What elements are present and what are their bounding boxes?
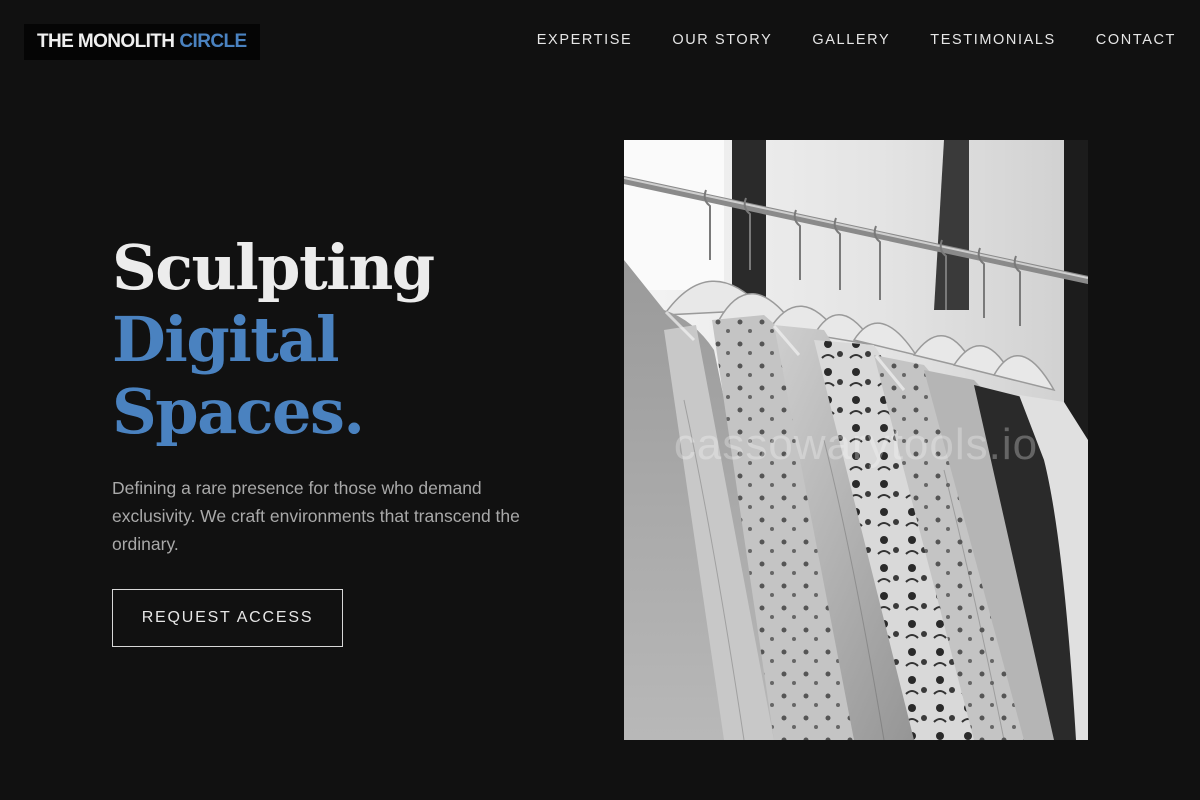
clothing-rack-illustration bbox=[624, 140, 1088, 740]
landing-page: THE MONOLITH CIRCLE EXPERTISE OUR STORY … bbox=[0, 0, 1200, 800]
nav-link-gallery[interactable]: GALLERY bbox=[812, 30, 890, 50]
site-logo[interactable]: THE MONOLITH CIRCLE bbox=[24, 24, 260, 60]
headline-line-1: Sculpting bbox=[112, 231, 435, 304]
nav-link-expertise[interactable]: EXPERTISE bbox=[537, 30, 633, 50]
logo-accent-text: CIRCLE bbox=[179, 31, 247, 52]
nav-link-our-story[interactable]: OUR STORY bbox=[672, 30, 772, 50]
headline-line-2: Digital bbox=[112, 303, 340, 376]
logo-main-text: THE MONOLITH bbox=[37, 31, 175, 52]
hero-headline: Sculpting Digital Spaces. bbox=[112, 231, 435, 448]
request-access-button[interactable]: REQUEST ACCESS bbox=[112, 589, 343, 647]
clothing-rack-photo: cassowarytools.io bbox=[624, 140, 1088, 740]
hero-subtext: Defining a rare presence for those who d… bbox=[112, 478, 520, 554]
main-nav: EXPERTISE OUR STORY GALLERY TESTIMONIALS… bbox=[537, 30, 1176, 50]
nav-link-testimonials[interactable]: TESTIMONIALS bbox=[930, 30, 1056, 50]
headline-line-3: Spaces. bbox=[112, 375, 365, 448]
nav-link-contact[interactable]: CONTACT bbox=[1096, 30, 1176, 50]
